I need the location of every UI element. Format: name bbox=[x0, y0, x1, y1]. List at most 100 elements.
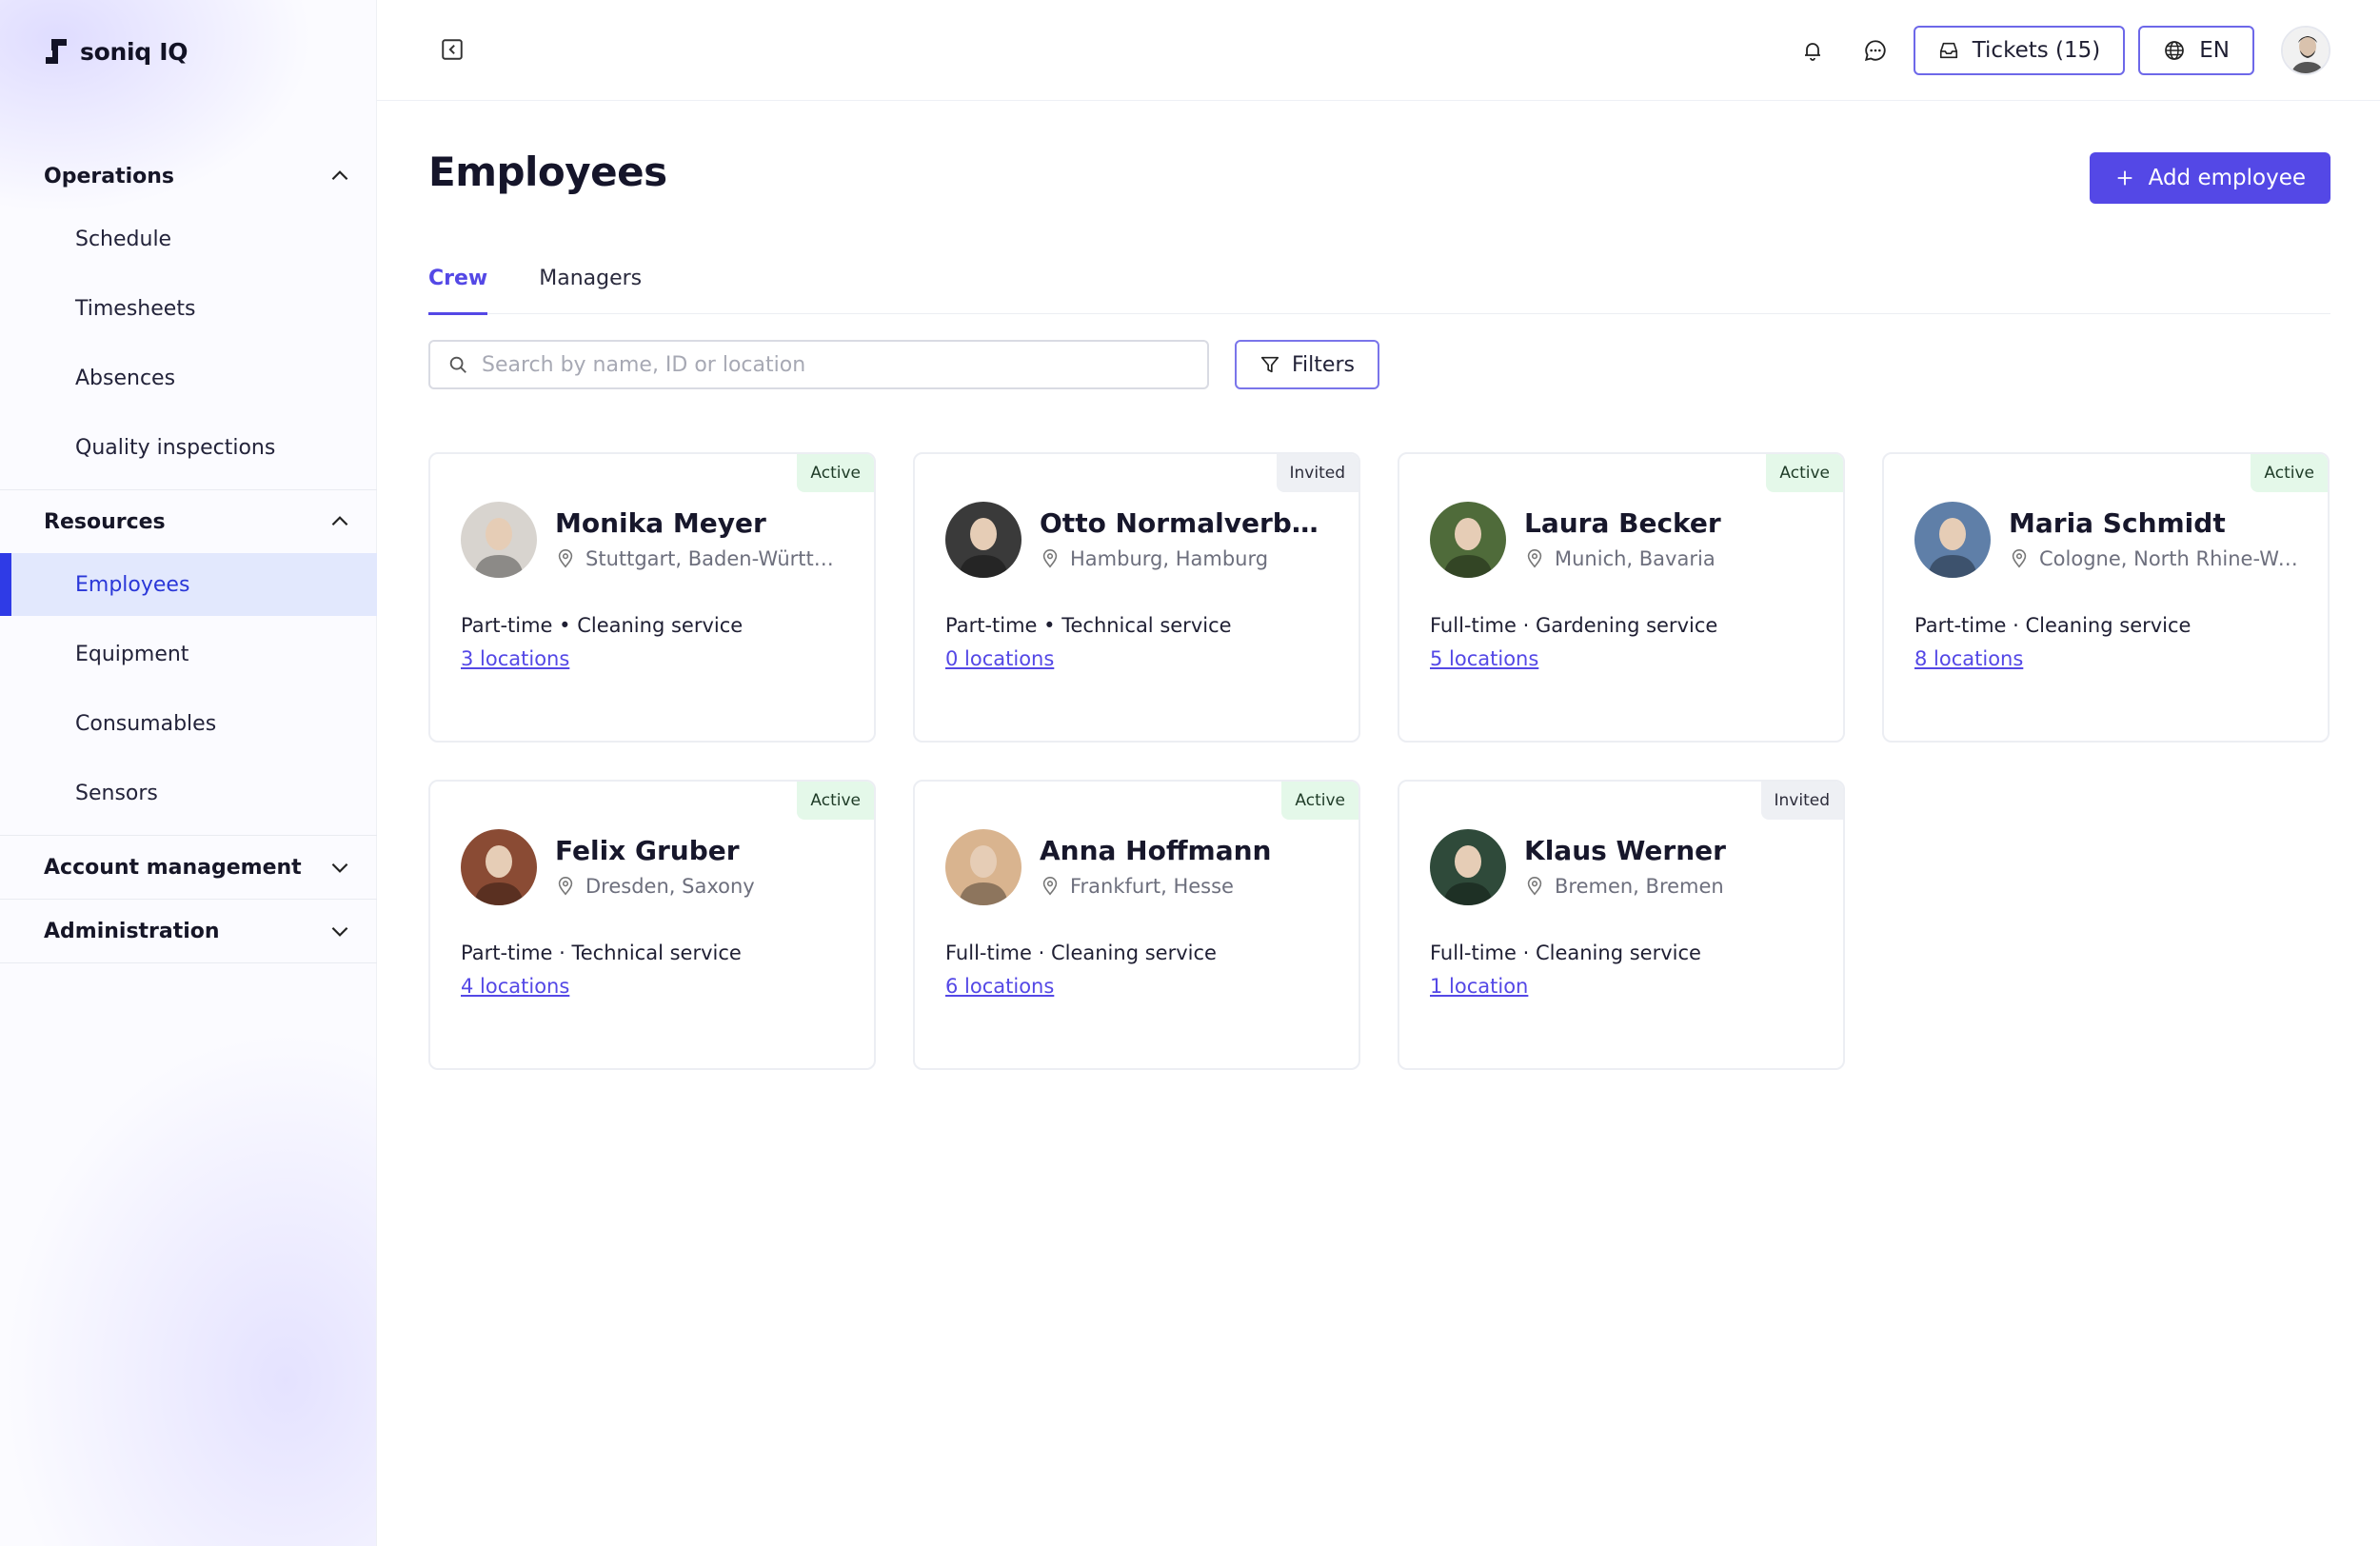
employee-avatar bbox=[1430, 829, 1506, 905]
employee-location: Cologne, North Rhine-Westphalia bbox=[2009, 547, 2298, 570]
chat-icon bbox=[1864, 40, 1886, 62]
language-button[interactable]: EN bbox=[2138, 26, 2254, 75]
inbox-icon bbox=[1939, 42, 1957, 59]
employee-card[interactable]: Active Anna Hoffmann Frankfurt, Hesse Fu… bbox=[913, 780, 1360, 1070]
employee-employment-type: Part-time · Technical service bbox=[461, 941, 742, 964]
filters-label: Filters bbox=[1292, 352, 1355, 377]
employee-card[interactable]: Invited Otto Normalverbraucher Hamburg, … bbox=[913, 452, 1360, 743]
logo-icon bbox=[46, 39, 67, 64]
sidebar: soniq IQ Operations Schedule Timesheets … bbox=[0, 0, 377, 1546]
page-title: Employees bbox=[428, 149, 667, 195]
collapse-sidebar-icon[interactable] bbox=[440, 37, 465, 62]
user-avatar[interactable] bbox=[2281, 26, 2330, 75]
nav-group-label: Operations bbox=[44, 164, 174, 188]
employee-location: Bremen, Bremen bbox=[1524, 875, 1724, 898]
sidebar-item-sensors[interactable]: Sensors bbox=[0, 762, 377, 824]
status-badge: Invited bbox=[1760, 782, 1843, 820]
status-badge: Active bbox=[2251, 454, 2328, 492]
sidebar-item-consumables[interactable]: Consumables bbox=[0, 692, 377, 755]
status-badge: Invited bbox=[1276, 454, 1359, 492]
employee-location-text: Stuttgart, Baden-Württemberg bbox=[585, 547, 844, 570]
sidebar-item-quality-inspections[interactable]: Quality inspections bbox=[0, 416, 377, 479]
tab-crew[interactable]: Crew bbox=[428, 253, 488, 315]
language-label: EN bbox=[2199, 38, 2230, 63]
chevron-down-icon bbox=[331, 926, 348, 937]
employee-avatar bbox=[1430, 502, 1506, 578]
app-logo[interactable]: soniq IQ bbox=[42, 34, 188, 69]
sidebar-item-equipment[interactable]: Equipment bbox=[0, 623, 377, 685]
employee-locations-link[interactable]: 8 locations bbox=[1914, 647, 2023, 670]
employee-location: Dresden, Saxony bbox=[555, 875, 755, 898]
filters-button[interactable]: Filters bbox=[1235, 340, 1379, 389]
nav-group-header-resources[interactable]: Resources bbox=[0, 490, 377, 553]
employee-locations-link[interactable]: 3 locations bbox=[461, 647, 569, 670]
nav-group-resources: Resources Employees Equipment Consumable… bbox=[0, 490, 377, 836]
employee-name: Maria Schmidt bbox=[2009, 507, 2226, 539]
tickets-button[interactable]: Tickets (15) bbox=[1913, 26, 2126, 75]
map-pin-icon bbox=[1527, 877, 1542, 896]
employee-locations-link[interactable]: 0 locations bbox=[945, 647, 1054, 670]
avatar-image bbox=[945, 502, 1021, 578]
nav-group-header-administration[interactable]: Administration bbox=[0, 900, 377, 962]
employee-locations-link[interactable]: 5 locations bbox=[1430, 647, 1538, 670]
employee-card[interactable]: Active Maria Schmidt Cologne, North Rhin… bbox=[1882, 452, 2330, 743]
avatar-image bbox=[461, 829, 537, 905]
bell-icon bbox=[1804, 43, 1820, 61]
nav-group-header-operations[interactable]: Operations bbox=[0, 145, 377, 208]
employee-location-text: Cologne, North Rhine-Westphalia bbox=[2039, 547, 2298, 570]
avatar-image bbox=[945, 829, 1021, 905]
search-input[interactable] bbox=[482, 352, 1207, 377]
search-icon bbox=[449, 356, 466, 373]
plus-icon bbox=[2117, 170, 2132, 186]
employee-card[interactable]: Active Monika Meyer Stuttgart, Baden-Wür… bbox=[428, 452, 876, 743]
app-name: soniq IQ bbox=[80, 37, 188, 66]
employee-card[interactable]: Active Laura Becker Munich, Bavaria Full… bbox=[1398, 452, 1845, 743]
employee-locations-link[interactable]: 6 locations bbox=[945, 975, 1054, 998]
employee-avatar bbox=[1914, 502, 1991, 578]
messages-button[interactable] bbox=[1851, 26, 1900, 75]
employee-card[interactable]: Invited Klaus Werner Bremen, Bremen Full… bbox=[1398, 780, 1845, 1070]
map-pin-icon bbox=[2012, 549, 2027, 568]
search-box bbox=[428, 340, 1209, 389]
sidebar-item-absences[interactable]: Absences bbox=[0, 347, 377, 409]
add-employee-button[interactable]: Add employee bbox=[2089, 152, 2330, 204]
top-bar: Tickets (15) EN bbox=[377, 0, 2380, 101]
sidebar-item-schedule[interactable]: Schedule bbox=[0, 208, 377, 270]
sidebar-item-timesheets[interactable]: Timesheets bbox=[0, 277, 377, 340]
employee-employment-type: Full-time · Cleaning service bbox=[1430, 941, 1701, 964]
employee-grid: Active Monika Meyer Stuttgart, Baden-Wür… bbox=[428, 452, 2330, 1070]
employee-location-text: Hamburg, Hamburg bbox=[1070, 547, 1269, 570]
employee-location-text: Bremen, Bremen bbox=[1555, 875, 1724, 898]
avatar-image bbox=[1430, 502, 1506, 578]
employee-location: Frankfurt, Hesse bbox=[1040, 875, 1234, 898]
employee-name: Monika Meyer bbox=[555, 507, 766, 539]
employee-location-text: Munich, Bavaria bbox=[1555, 547, 1716, 570]
chevron-up-icon bbox=[331, 516, 348, 526]
avatar-image bbox=[1914, 502, 1991, 578]
employee-name: Klaus Werner bbox=[1524, 835, 1726, 866]
nav-group-administration: Administration bbox=[0, 900, 377, 963]
avatar-image bbox=[461, 502, 537, 578]
employee-avatar bbox=[461, 829, 537, 905]
employee-employment-type: Full-time · Cleaning service bbox=[945, 941, 1217, 964]
add-employee-label: Add employee bbox=[2148, 166, 2306, 190]
notifications-button[interactable] bbox=[1788, 26, 1837, 75]
employee-name: Laura Becker bbox=[1524, 507, 1721, 539]
avatar-image bbox=[1430, 829, 1506, 905]
nav-group-operations: Operations Schedule Timesheets Absences … bbox=[0, 145, 377, 490]
status-badge: Active bbox=[797, 454, 874, 492]
tab-managers[interactable]: Managers bbox=[539, 253, 642, 314]
status-badge: Active bbox=[1766, 454, 1843, 492]
map-pin-icon bbox=[1527, 549, 1542, 568]
nav-group-header-account-management[interactable]: Account management bbox=[0, 836, 377, 899]
employee-avatar bbox=[461, 502, 537, 578]
sidebar-item-employees[interactable]: Employees bbox=[0, 553, 377, 616]
employee-avatar bbox=[945, 829, 1021, 905]
employee-card[interactable]: Active Felix Gruber Dresden, Saxony Part… bbox=[428, 780, 876, 1070]
employee-locations-link[interactable]: 4 locations bbox=[461, 975, 569, 998]
filter-icon bbox=[1260, 356, 1279, 373]
chevron-down-icon bbox=[331, 862, 348, 873]
nav-group-label: Resources bbox=[44, 509, 166, 534]
nav-group-account-management: Account management bbox=[0, 836, 377, 900]
employee-locations-link[interactable]: 1 location bbox=[1430, 975, 1528, 998]
